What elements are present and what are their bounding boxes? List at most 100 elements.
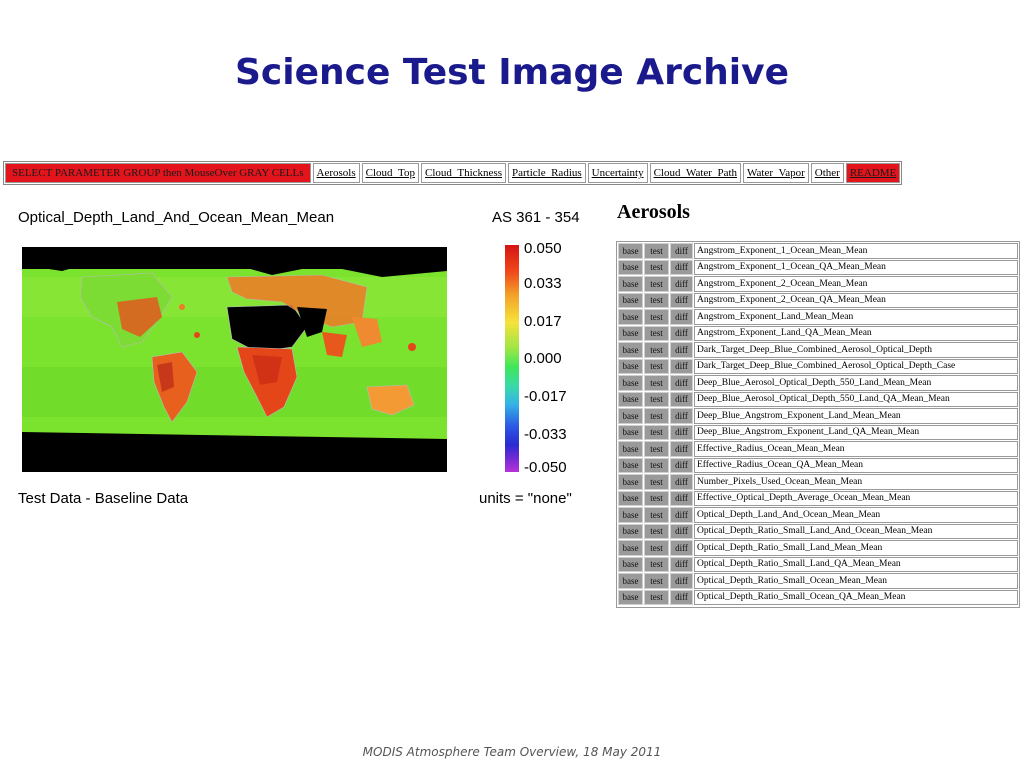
base-image-button[interactable]: base — [618, 358, 643, 374]
slide-title: Science Test Image Archive — [234, 52, 790, 93]
test-image-button[interactable]: test — [644, 441, 669, 457]
base-image-button[interactable]: base — [618, 573, 643, 589]
diff-image-button[interactable]: diff — [670, 375, 693, 391]
test-image-button[interactable]: test — [644, 573, 669, 589]
test-image-button[interactable]: test — [644, 292, 669, 308]
nav-group-other[interactable]: Other — [810, 163, 844, 183]
base-image-button[interactable]: base — [618, 556, 643, 572]
parameter-row: base test diff Deep_Blue_Aerosol_Optical_De… — [618, 375, 1018, 392]
colorbar-label: 0.033 — [524, 275, 562, 292]
nav-group-cloud-top[interactable]: Cloud_Top — [361, 163, 419, 183]
test-image-button[interactable]: test — [644, 243, 669, 259]
diff-image-button[interactable]: diff — [670, 292, 693, 308]
nav-group-uncertainty[interactable]: Uncertainty — [587, 163, 648, 183]
base-image-button[interactable]: base — [618, 342, 643, 358]
parameter-row: base test diff Optical_Depth_Ratio_Small_Oc… — [618, 573, 1018, 590]
parameter-row: base test diff Number_Pixels_Used_Ocean_Mea… — [618, 474, 1018, 491]
test-image-button[interactable]: test — [644, 309, 669, 325]
diff-image-button[interactable]: diff — [670, 408, 693, 424]
diff-image-button[interactable]: diff — [670, 556, 693, 572]
test-image-button[interactable]: test — [644, 474, 669, 490]
nav-group-cloud-thickness[interactable]: Cloud_Thickness — [421, 163, 506, 183]
base-image-button[interactable]: base — [618, 325, 643, 341]
parameter-name: Optical_Depth_Ratio_Small_Land_Mean_Mean — [694, 540, 1018, 556]
diff-image-button[interactable]: diff — [670, 342, 693, 358]
colorbar-label: 0.017 — [524, 313, 562, 330]
diff-image-button[interactable]: diff — [670, 523, 693, 539]
test-image-button[interactable]: test — [644, 408, 669, 424]
diff-image-button[interactable]: diff — [670, 540, 693, 556]
diff-image-button[interactable]: diff — [670, 507, 693, 523]
base-image-button[interactable]: base — [618, 408, 643, 424]
map-units: units = "none" — [479, 490, 572, 507]
base-image-button[interactable]: base — [618, 589, 643, 605]
slide-footer: MODIS Atmosphere Team Overview, 18 May 2… — [362, 745, 662, 759]
diff-image-button[interactable]: diff — [670, 243, 693, 259]
parameter-name: Optical_Depth_Ratio_Small_Land_QA_Mean_M… — [694, 556, 1018, 572]
base-image-button[interactable]: base — [618, 391, 643, 407]
colorbar-label: -0.017 — [524, 388, 567, 405]
parameter-name: Optical_Depth_Land_And_Ocean_Mean_Mean — [694, 507, 1018, 523]
parameter-row: base test diff Optical_Depth_Land_And_Ocean… — [618, 507, 1018, 524]
parameter-row: base test diff Optical_Depth_Ratio_Small_La… — [618, 556, 1018, 574]
test-image-button[interactable]: test — [644, 589, 669, 605]
diff-image-button[interactable]: diff — [670, 391, 693, 407]
base-image-button[interactable]: base — [618, 490, 643, 506]
test-image-button[interactable]: test — [644, 325, 669, 341]
base-image-button[interactable]: base — [618, 292, 643, 308]
test-image-button[interactable]: test — [644, 556, 669, 572]
diff-image-button[interactable]: diff — [670, 325, 693, 341]
diff-image-button[interactable]: diff — [670, 259, 693, 275]
nav-group-aerosols[interactable]: Aerosols — [312, 163, 360, 183]
base-image-button[interactable]: base — [618, 457, 643, 473]
base-image-button[interactable]: base — [618, 474, 643, 490]
diff-image-button[interactable]: diff — [670, 457, 693, 473]
diff-image-button[interactable]: diff — [670, 573, 693, 589]
test-image-button[interactable]: test — [644, 457, 669, 473]
color-scale-bar — [505, 245, 519, 472]
world-difference-map[interactable] — [22, 247, 447, 472]
colorbar-label: 0.050 — [524, 240, 562, 257]
diff-image-button[interactable]: diff — [670, 474, 693, 490]
parameter-row: base test diff Dark_Target_Deep_Blue_Combin… — [618, 342, 1018, 359]
base-image-button[interactable]: base — [618, 375, 643, 391]
parameter-row: base test diff Effective_Optical_Depth_Aver… — [618, 490, 1018, 508]
base-image-button[interactable]: base — [618, 259, 643, 275]
base-image-button[interactable]: base — [618, 276, 643, 292]
diff-image-button[interactable]: diff — [670, 589, 693, 605]
parameter-name: Dark_Target_Deep_Blue_Combined_Aerosol_O… — [694, 358, 1018, 374]
base-image-button[interactable]: base — [618, 441, 643, 457]
test-image-button[interactable]: test — [644, 540, 669, 556]
nav-group-cloud-water-path[interactable]: Cloud_Water_Path — [649, 163, 742, 183]
base-image-button[interactable]: base — [618, 243, 643, 259]
test-image-button[interactable]: test — [644, 490, 669, 506]
base-image-button[interactable]: base — [618, 523, 643, 539]
test-image-button[interactable]: test — [644, 375, 669, 391]
test-image-button[interactable]: test — [644, 259, 669, 275]
nav-readme-link[interactable]: README — [845, 163, 901, 183]
diff-image-button[interactable]: diff — [670, 441, 693, 457]
test-image-button[interactable]: test — [644, 391, 669, 407]
parameter-row: base test diff Angstrom_Exponent_Land_Mean_… — [618, 309, 1018, 326]
parameter-name: Effective_Radius_Ocean_QA_Mean_Mean — [694, 457, 1018, 473]
test-image-button[interactable]: test — [644, 358, 669, 374]
diff-image-button[interactable]: diff — [670, 424, 693, 440]
test-image-button[interactable]: test — [644, 342, 669, 358]
nav-group-water-vapor[interactable]: Water_Vapor — [743, 163, 809, 183]
diff-image-button[interactable]: diff — [670, 358, 693, 374]
parameter-row: base test diff Optical_Depth_Ratio_Small_Oc… — [618, 589, 1018, 607]
diff-image-button[interactable]: diff — [670, 276, 693, 292]
test-image-button[interactable]: test — [644, 507, 669, 523]
base-image-button[interactable]: base — [618, 424, 643, 440]
parameter-row: base test diff Angstrom_Exponent_1_Ocean_QA… — [618, 259, 1018, 277]
base-image-button[interactable]: base — [618, 540, 643, 556]
test-image-button[interactable]: test — [644, 523, 669, 539]
test-image-button[interactable]: test — [644, 424, 669, 440]
test-image-button[interactable]: test — [644, 276, 669, 292]
diff-image-button[interactable]: diff — [670, 309, 693, 325]
diff-image-button[interactable]: diff — [670, 490, 693, 506]
base-image-button[interactable]: base — [618, 309, 643, 325]
nav-group-particle-radius[interactable]: Particle_Radius — [508, 163, 586, 183]
base-image-button[interactable]: base — [618, 507, 643, 523]
parameter-row: base test diff Effective_Radius_Ocean_QA_Me… — [618, 457, 1018, 475]
